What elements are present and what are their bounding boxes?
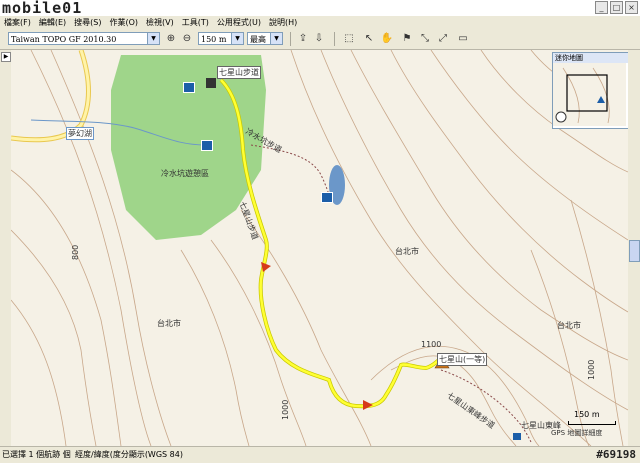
close-icon[interactable]: × <box>625 1 638 14</box>
status-selection: 已選擇 1 個航跡 個 <box>2 450 71 459</box>
watermark: #69198 <box>596 448 636 461</box>
select-tool-icon[interactable]: ⬚ <box>342 32 356 46</box>
scale-label: 150 m <box>574 410 600 419</box>
map-label-elev-peak: 1100 <box>421 340 442 349</box>
maximize-icon[interactable]: □ <box>610 1 623 14</box>
map-label-elev-bottom: 1000 <box>281 399 290 420</box>
zoom-level-select[interactable]: 150 m ▼ <box>198 32 244 45</box>
receive-from-device-icon[interactable]: ⇩ <box>312 32 326 46</box>
menu-file[interactable]: 檔案(F) <box>0 17 35 28</box>
map-label-city-right: 台北市 <box>557 321 581 330</box>
map-label-trail-top: 七星山步道 <box>217 66 261 79</box>
map-product-select[interactable]: Taiwan TOPO GF 2010.30 ▼ <box>8 32 160 45</box>
status-coord-format: 經度/緯度(度分顯示(WGS 84) <box>75 450 183 459</box>
zoom-level-value: 150 m <box>201 35 227 44</box>
route-tool-icon[interactable]: ⤡ <box>418 32 432 46</box>
contour-lines <box>11 50 628 446</box>
minimize-icon[interactable]: _ <box>595 1 608 14</box>
toolbar-separator <box>290 32 291 46</box>
app-logo: mobile01 <box>2 0 83 17</box>
map-product-value: Taiwan TOPO GF 2010.30 <box>11 35 117 44</box>
dotted-trail <box>250 144 332 201</box>
chevron-down-icon[interactable]: ▼ <box>231 33 243 44</box>
map-canvas <box>11 50 628 446</box>
menu-view[interactable]: 檢視(V) <box>142 17 178 28</box>
mini-map-panel[interactable]: 迷你地圖 <box>552 52 628 129</box>
chevron-right-icon[interactable]: ▶ <box>1 52 11 62</box>
pointer-tool-icon[interactable]: ↖ <box>362 32 376 46</box>
menu-help[interactable]: 說明(H) <box>265 17 301 28</box>
map-label-elev-bottom2: 1000 <box>587 359 596 380</box>
toolbar-separator <box>334 32 335 46</box>
menu-search[interactable]: 搜尋(S) <box>70 17 105 28</box>
chevron-down-icon[interactable]: ▼ <box>147 33 159 44</box>
map-label-city-left: 台北市 <box>157 319 181 328</box>
window-controls: _ □ × <box>595 1 638 14</box>
map-detail-credit: GPS 地圖詳細度 <box>551 429 603 437</box>
map-label-elev-left: 800 <box>71 244 80 260</box>
measure-tool-icon[interactable]: ▭ <box>456 32 470 46</box>
map-label-area-green: 冷水坑遊憩區 <box>161 169 209 178</box>
map-view[interactable]: 七星山步道 七星山步道 冷水坑步道 七星山東峰步道 七星山(一等) 1100 8… <box>11 50 628 446</box>
left-panel-toggle[interactable]: ▶ <box>0 50 11 446</box>
camera-icon[interactable] <box>201 140 213 151</box>
mini-map-title: 迷你地圖 <box>553 53 628 63</box>
track-tool-icon[interactable]: ⤢ <box>436 32 450 46</box>
title-bar: mobile01 _ □ × <box>0 0 640 16</box>
detail-value: 最高 <box>250 35 266 44</box>
end-marker-icon[interactable] <box>513 433 521 440</box>
status-bar: 已選擇 1 個航跡 個 經度/緯度(度分顯示(WGS 84) #69198 <box>0 446 640 463</box>
track-direction-arrow <box>363 400 373 410</box>
zoom-out-icon[interactable]: ⊖ <box>180 32 194 46</box>
camera-icon[interactable] <box>321 192 333 203</box>
detail-select[interactable]: 最高 ▼ <box>247 32 283 45</box>
camera-icon[interactable] <box>183 82 195 93</box>
vertical-scrollbar[interactable] <box>628 50 640 446</box>
waypoint-flag-icon[interactable]: ⚑ <box>400 32 414 46</box>
menu-utilities[interactable]: 公用程式(U) <box>213 17 265 28</box>
menu-tools[interactable]: 工具(T) <box>178 17 213 28</box>
menu-bar: 檔案(F) 編輯(E) 搜尋(S) 作業(O) 檢視(V) 工具(T) 公用程式… <box>0 16 640 29</box>
hand-tool-icon[interactable]: ✋ <box>380 32 394 46</box>
building-icon[interactable] <box>206 78 216 88</box>
map-label-peak: 七星山(一等) <box>437 353 488 366</box>
zoom-in-icon[interactable]: ⊕ <box>164 32 178 46</box>
map-label-city-mid: 台北市 <box>395 247 419 256</box>
scale-bar: 150 m <box>568 410 616 426</box>
map-label-park-left: 夢幻湖 <box>66 127 94 140</box>
scale-ruler <box>568 421 616 425</box>
scrollbar-thumb[interactable] <box>629 240 640 262</box>
chevron-down-icon[interactable]: ▼ <box>270 33 282 44</box>
toolbar: Taiwan TOPO GF 2010.30 ▼ ⊕ ⊖ 150 m ▼ 最高 … <box>0 29 640 50</box>
menu-operations[interactable]: 作業(O) <box>105 17 142 28</box>
mini-map-canvas <box>553 63 626 126</box>
menu-edit[interactable]: 編輯(E) <box>35 17 70 28</box>
send-to-device-icon[interactable]: ⇪ <box>296 32 310 46</box>
